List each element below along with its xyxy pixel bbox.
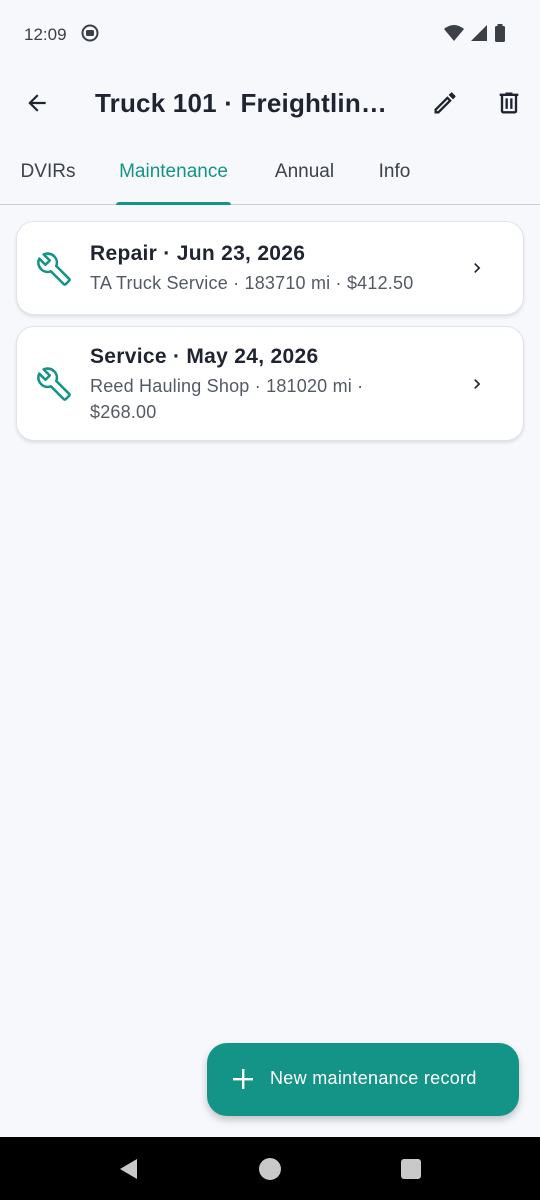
active-tab-indicator (116, 202, 231, 205)
tab-annual[interactable]: Annual (273, 140, 336, 204)
tab-maintenance[interactable]: Maintenance (116, 140, 231, 205)
app-bar: Truck 101 · Freightliner Cascadia (0, 70, 540, 140)
record-details: TA Truck Service · 183710 mi · $412.50 (90, 273, 414, 293)
edit-button[interactable] (424, 84, 466, 126)
trash-icon (495, 89, 523, 122)
battery-icon (494, 23, 506, 47)
wrench-icon (37, 367, 71, 401)
delete-button[interactable] (488, 84, 530, 126)
record-title: Repair · Jun 23, 2026 (90, 242, 306, 265)
pencil-icon (431, 89, 459, 122)
plus-icon (232, 1068, 254, 1090)
record-title: Service · May 24, 2026 (90, 345, 319, 368)
tab-info[interactable]: Info (377, 140, 412, 204)
record-details: Reed Hauling Shop · 181020 mi · $268.00 (90, 376, 364, 422)
status-time: 12:09 (24, 25, 67, 44)
page-title: Truck 101 · Freightliner Cascadia (95, 88, 395, 118)
wrench-icon (37, 252, 71, 286)
tab-bar: DVIRs Maintenance Annual Info (0, 140, 540, 205)
wifi-icon (444, 24, 464, 47)
tab-label: Annual (274, 161, 335, 182)
cellular-signal-icon (470, 24, 488, 47)
chevron-right-icon (467, 258, 487, 278)
nav-home-icon[interactable] (258, 1157, 282, 1181)
maintenance-record-card[interactable]: Repair · Jun 23, 2026 TA Truck Service ·… (16, 221, 524, 315)
tab-dvirs[interactable]: DVIRs (20, 140, 76, 204)
chevron-right-icon (467, 374, 487, 394)
new-maintenance-record-button[interactable]: New maintenance record (207, 1043, 519, 1116)
maintenance-record-card[interactable]: Service · May 24, 2026 Reed Hauling Shop… (16, 326, 524, 441)
status-bar: 12:09 (0, 0, 540, 70)
app-notification-icon (81, 24, 99, 47)
tab-label: DVIRs (20, 161, 76, 182)
system-navigation-bar (0, 1137, 540, 1200)
fab-label: New maintenance record (270, 1068, 477, 1088)
back-button[interactable] (16, 84, 58, 126)
nav-back-icon[interactable] (117, 1157, 141, 1181)
arrow-back-icon (24, 90, 50, 121)
tab-label: Info (378, 161, 411, 182)
tab-label: Maintenance (119, 161, 228, 182)
nav-recents-icon[interactable] (399, 1157, 423, 1181)
